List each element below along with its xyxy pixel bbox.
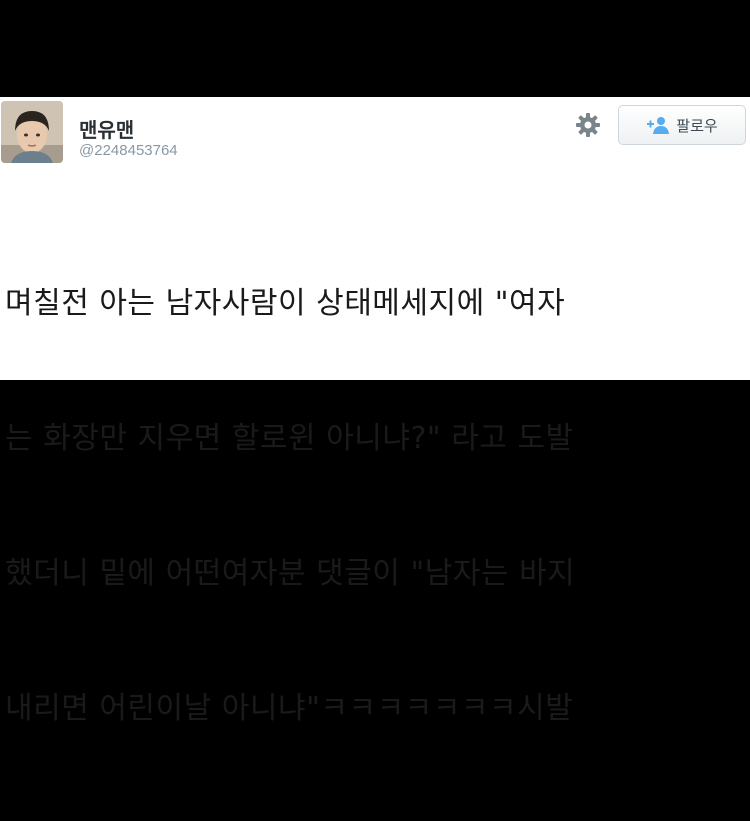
- tweet-line: 했더니 밑에 어떤여자분 댓글이 "남자는 바지: [5, 556, 576, 591]
- tweet-text: 며칠전 아는 남자사람이 상태메세지에 "여자 는 화장만 지우면 할로윈 아니…: [5, 191, 744, 821]
- user-handle[interactable]: @2248453764: [79, 142, 178, 159]
- follow-button-label: 팔로우: [676, 116, 718, 135]
- tweet-line: 내리면 어린이날 아니냐"ㅋㅋㅋㅋㅋㅋㅋ시발: [5, 691, 574, 726]
- tweet-line: 는 화장만 지우면 할로윈 아니냐?" 라고 도발: [5, 421, 574, 456]
- add-user-icon: [647, 117, 670, 134]
- follow-button[interactable]: 팔로우: [618, 105, 746, 145]
- display-name[interactable]: 맨유맨: [79, 114, 134, 143]
- tweet-line: 며칠전 아는 남자사람이 상태메세지에 "여자: [5, 286, 566, 321]
- gear-icon[interactable]: [574, 111, 602, 139]
- avatar[interactable]: [1, 101, 63, 163]
- tweet-card: 맨유맨 @2248453764 팔로우 며칠전 아는 남자사람이 상태메세지에 …: [0, 97, 750, 726]
- avatar-image: [1, 101, 63, 163]
